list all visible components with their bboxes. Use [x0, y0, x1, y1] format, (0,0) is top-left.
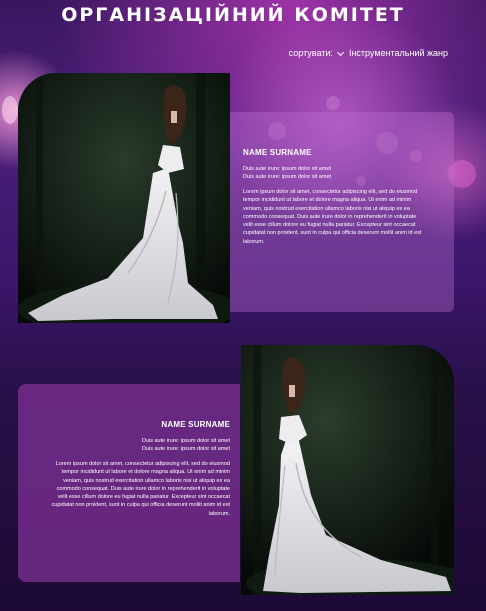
member-detail-line: Duis aute irure: ipsum dolor sit amet [243, 166, 332, 172]
page-title: ОРГАНІЗАЦІЙНИЙ КОМІТЕТ [61, 4, 405, 26]
bokeh-light [2, 96, 18, 124]
member-detail-line: Duis aute irure: ipsum dolor sit amet [243, 174, 332, 180]
member-text: NAME SURNAME Duis aute irure: ipsum dolo… [243, 148, 423, 246]
member-name: NAME SURNAME [243, 148, 312, 157]
member-photo [241, 345, 454, 595]
member-detail-line: Duis aute irure: ipsum dolor sit amet [141, 438, 230, 444]
member-detail-line: Duis aute irure: ipsum dolor sit amet [141, 446, 230, 452]
member-text: NAME SURNAME Duis aute irure: ipsum dolo… [48, 420, 230, 518]
member-name: NAME SURNAME [161, 420, 230, 429]
chevron-down-icon[interactable] [336, 48, 344, 56]
member-photo [18, 73, 230, 323]
sort-label: сортувати: [288, 48, 333, 58]
sort-selected-value[interactable]: Інструментальний жанр [349, 48, 448, 58]
member-bio: Lorem ipsum dolor sit amet, consectetur … [243, 189, 422, 245]
sort-control[interactable]: сортувати: Інструментальний жанр [289, 48, 448, 58]
member-bio: Lorem ipsum dolor sit amet, consectetur … [51, 461, 230, 517]
bokeh-light [326, 96, 340, 110]
